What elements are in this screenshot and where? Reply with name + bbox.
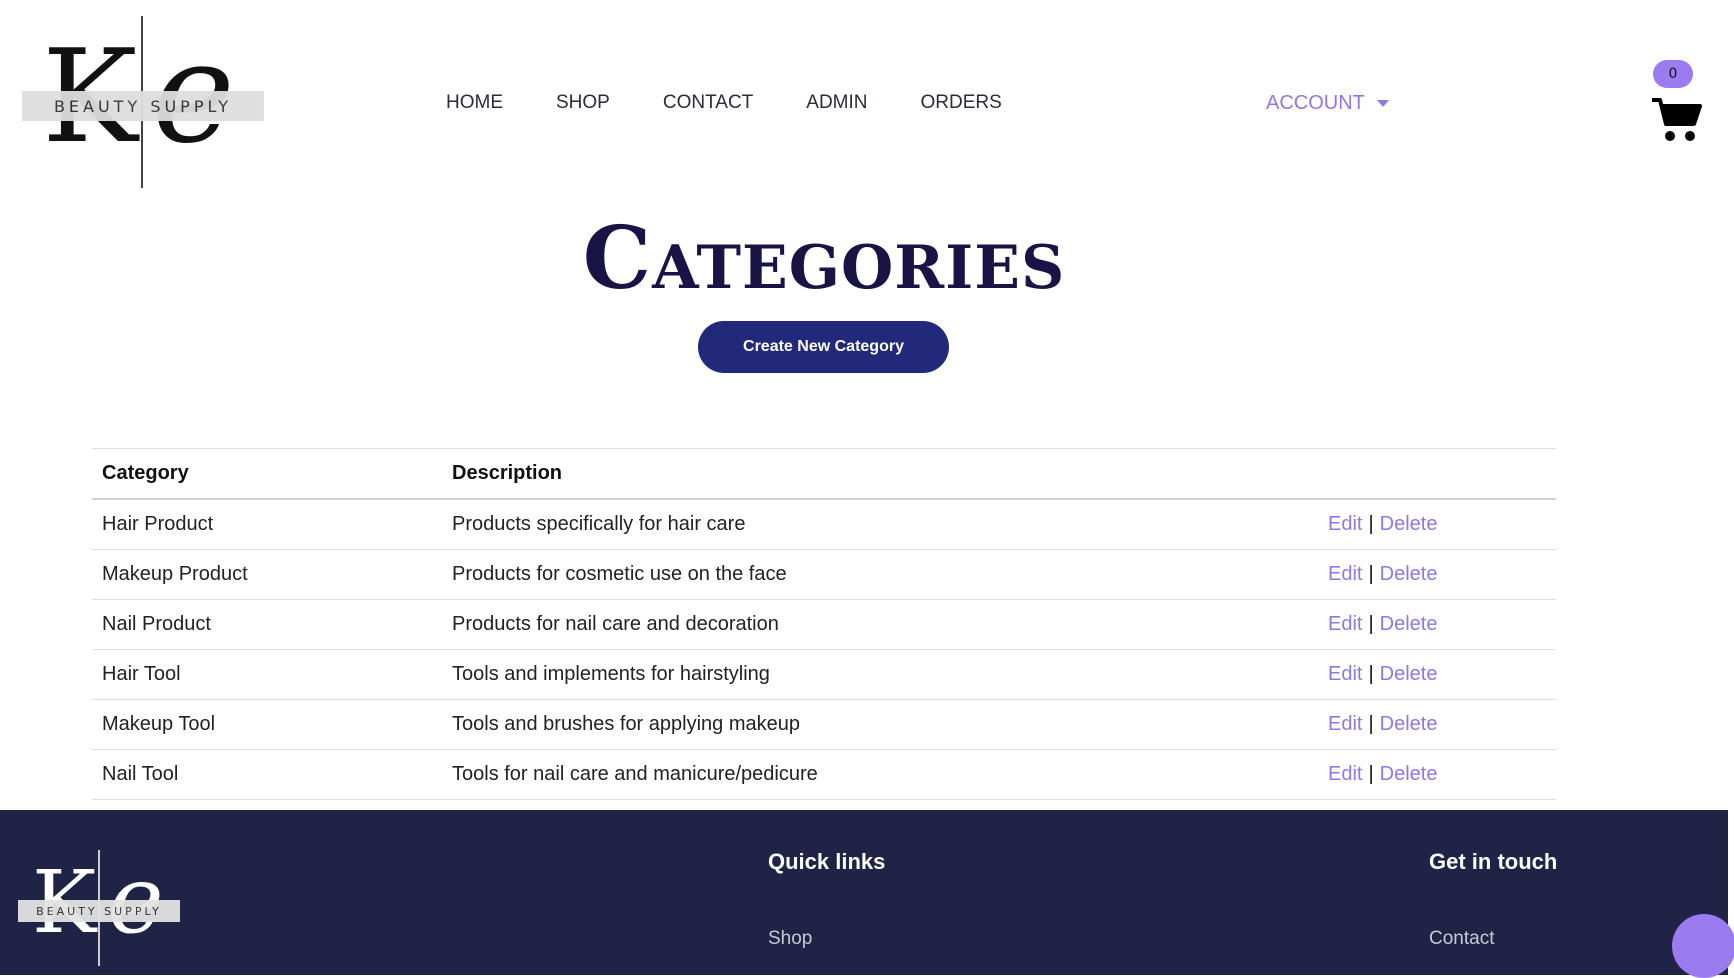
- categories-table: Category Description Hair Product Produc…: [92, 448, 1556, 800]
- nav-shop[interactable]: SHOP: [556, 92, 610, 114]
- column-header-actions: [1318, 448, 1556, 500]
- table-row: Nail Tool Tools for nail care and manicu…: [92, 749, 1556, 800]
- table-row: Hair Tool Tools and implements for hairs…: [92, 649, 1556, 700]
- delete-link[interactable]: Delete: [1380, 713, 1438, 735]
- nav-orders[interactable]: ORDERS: [921, 92, 1002, 114]
- nav-contact[interactable]: CONTACT: [663, 92, 753, 114]
- quick-links-heading: Quick links: [768, 849, 886, 874]
- category-description: Tools for nail care and manicure/pedicur…: [442, 749, 1318, 800]
- column-header-category: Category: [92, 448, 442, 500]
- account-label: ACCOUNT: [1266, 92, 1365, 114]
- category-name: Nail Product: [92, 599, 442, 650]
- cart-count-badge: 0: [1653, 60, 1693, 88]
- edit-link[interactable]: Edit: [1328, 663, 1362, 685]
- delete-link[interactable]: Delete: [1380, 663, 1438, 685]
- delete-link[interactable]: Delete: [1380, 613, 1438, 635]
- footer-logo-text: BEAUTY SUPPLY: [18, 900, 180, 922]
- page-title: Categories: [582, 208, 1066, 309]
- table-row: Nail Product Products for nail care and …: [92, 599, 1556, 650]
- nav-home[interactable]: HOME: [446, 92, 503, 114]
- site-header: K e BEAUTY SUPPLY HOME SHOP CONTACT ADMI…: [0, 0, 1734, 200]
- main-nav: HOME SHOP CONTACT ADMIN ORDERS: [446, 92, 1055, 114]
- category-name: Makeup Product: [92, 549, 442, 600]
- table-row: Makeup Product Products for cosmetic use…: [92, 549, 1556, 600]
- delete-link[interactable]: Delete: [1380, 763, 1438, 785]
- site-footer: K e BEAUTY SUPPLY: [0, 810, 1728, 975]
- row-actions: Edit | Delete: [1318, 699, 1556, 750]
- category-description: Products for nail care and decoration: [442, 599, 1318, 650]
- get-in-touch-heading: Get in touch: [1429, 849, 1558, 874]
- edit-link[interactable]: Edit: [1328, 563, 1362, 585]
- action-separator: |: [1368, 563, 1374, 585]
- action-separator: |: [1368, 763, 1374, 785]
- brand-logo[interactable]: K e BEAUTY SUPPLY: [22, 16, 264, 188]
- edit-link[interactable]: Edit: [1328, 713, 1362, 735]
- edit-link[interactable]: Edit: [1328, 513, 1362, 535]
- footer-link-contact[interactable]: Contact: [1429, 928, 1494, 950]
- footer-logo[interactable]: K e BEAUTY SUPPLY: [18, 850, 180, 966]
- category-name: Makeup Tool: [92, 699, 442, 750]
- edit-link[interactable]: Edit: [1328, 763, 1362, 785]
- action-separator: |: [1368, 513, 1374, 535]
- category-description: Products for cosmetic use on the face: [442, 549, 1318, 600]
- row-actions: Edit | Delete: [1318, 649, 1556, 700]
- delete-link[interactable]: Delete: [1380, 563, 1438, 585]
- category-name: Hair Product: [92, 499, 442, 550]
- chat-widget-button[interactable]: [1672, 914, 1734, 978]
- row-actions: Edit | Delete: [1318, 549, 1556, 600]
- row-actions: Edit | Delete: [1318, 599, 1556, 650]
- edit-link[interactable]: Edit: [1328, 613, 1362, 635]
- row-actions: Edit | Delete: [1318, 499, 1556, 550]
- footer-link-shop[interactable]: Shop: [768, 928, 812, 950]
- category-description: Tools and brushes for applying makeup: [442, 699, 1318, 750]
- cart-icon[interactable]: [1650, 94, 1702, 144]
- column-header-description: Description: [442, 448, 1318, 500]
- category-description: Products specifically for hair care: [442, 499, 1318, 550]
- category-name: Nail Tool: [92, 749, 442, 800]
- row-actions: Edit | Delete: [1318, 749, 1556, 800]
- table-row: Makeup Tool Tools and brushes for applyi…: [92, 699, 1556, 750]
- action-separator: |: [1368, 613, 1374, 635]
- chevron-down-icon: [1376, 100, 1389, 107]
- action-separator: |: [1368, 663, 1374, 685]
- account-dropdown[interactable]: ACCOUNT: [1266, 92, 1389, 115]
- category-description: Tools and implements for hairstyling: [442, 649, 1318, 700]
- table-header-row: Category Description: [92, 448, 1556, 500]
- create-category-button[interactable]: Create New Category: [698, 321, 949, 373]
- category-name: Hair Tool: [92, 649, 442, 700]
- nav-admin[interactable]: ADMIN: [806, 92, 867, 114]
- logo-text: BEAUTY SUPPLY: [22, 91, 264, 121]
- action-separator: |: [1368, 713, 1374, 735]
- delete-link[interactable]: Delete: [1380, 513, 1438, 535]
- table-row: Hair Product Products specifically for h…: [92, 499, 1556, 550]
